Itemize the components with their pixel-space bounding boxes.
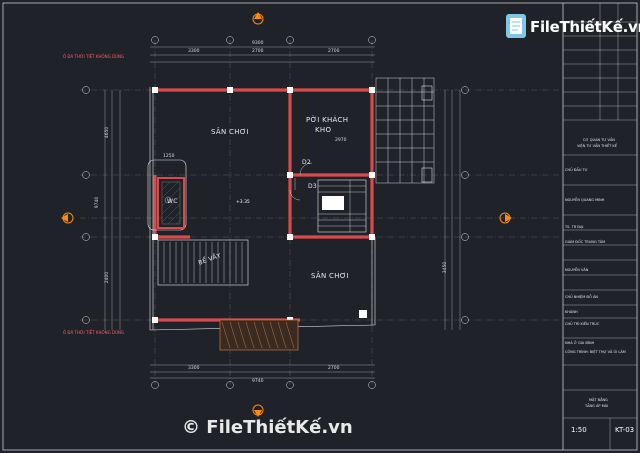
dim-left-a: 4650 (105, 126, 111, 139)
tb-row-1: CƠ QUAN TƯ VẤN (583, 138, 615, 142)
tb-row-9: KHÁNH (565, 310, 578, 314)
door-swings (289, 162, 313, 201)
dim-wc: 1250 (163, 154, 175, 159)
drawing-frame (2, 2, 638, 451)
dim-top-a: 3300 (188, 49, 200, 54)
dim-bottom-b: 2700 (328, 366, 340, 371)
tb-row-7: NGUYỄN VĂN (565, 268, 589, 272)
watermark-text: © FileThiếtKế.vn (182, 417, 353, 438)
pergola (375, 77, 435, 184)
dim-bottom-total: 9740 (252, 379, 264, 384)
section-markers (61, 12, 512, 417)
dim-right: 3450 (443, 261, 449, 274)
dim-left-b: 2400 (105, 271, 111, 284)
room-label-phong-khach: PỜI KHÁCH (306, 116, 349, 124)
room-label-san-choi-bottom: SÂN CHƠI (311, 272, 349, 280)
tb-row-2: VIỆN TƯ VẤN THIẾT KẾ (577, 144, 617, 148)
tb-row-8: CHỦ NHIỆM ĐỒ ÁN (565, 295, 598, 299)
dim-kho: 2970 (335, 138, 347, 143)
floor-plan-drawing (2, 2, 638, 451)
tb-row-10: CHỦ TRÌ KIẾN TRÚC (565, 322, 600, 326)
tb-row-5: TS. TR ĐẠI (565, 225, 584, 229)
dim-bottom-a: 3300 (188, 366, 200, 371)
drawing-scale: 1:50 (571, 426, 587, 434)
door-tag-d3: D3 (308, 183, 318, 190)
room-label-wc: WC (167, 198, 178, 205)
tb-row-14: TẦNG ÁP MÁI (585, 404, 609, 408)
room-label-kho: KHO (315, 126, 332, 134)
tb-row-3: CHỦ ĐẦU TƯ (565, 168, 588, 172)
balcony-hatch (219, 319, 299, 351)
elevation-mark: +3.35 (236, 200, 250, 205)
tb-row-4: NGUYỄN QUANG MINH (565, 198, 605, 202)
tb-row-13: MẶT BẰNG (589, 398, 608, 402)
tb-row-6: GIÁM ĐỐC TRUNG TÂM (565, 240, 606, 244)
dim-top-total: 9300 (252, 41, 264, 46)
staircase (317, 179, 367, 233)
tb-row-12: CÔNG TRÌNH: BIỆT THỰ VĂ ÔI LÂM (565, 350, 626, 354)
sheet-number: KT-03 (615, 426, 635, 434)
door-tag-d2: D2 (302, 159, 312, 166)
note-top-left: Ô ĐÃ THỜI TIẾT KHÔNG DÙNG (63, 54, 125, 59)
note-bottom-left: Ô ĐÃ THỜI TIẾT KHÔNG DÙNG (63, 330, 125, 335)
title-block: CƠ QUAN TƯ VẤN VIỆN TƯ VẤN THIẾT KẾ CHỦ … (563, 0, 640, 453)
dim-left-total: 9740 (95, 196, 101, 209)
tb-row-11: NHÀ Ở GIA ĐÌNH (565, 341, 595, 345)
room-label-san-choi-top: SÂN CHƠI (211, 128, 249, 136)
dim-top-c: 2700 (328, 49, 340, 54)
dim-top-b: 2700 (252, 49, 264, 54)
